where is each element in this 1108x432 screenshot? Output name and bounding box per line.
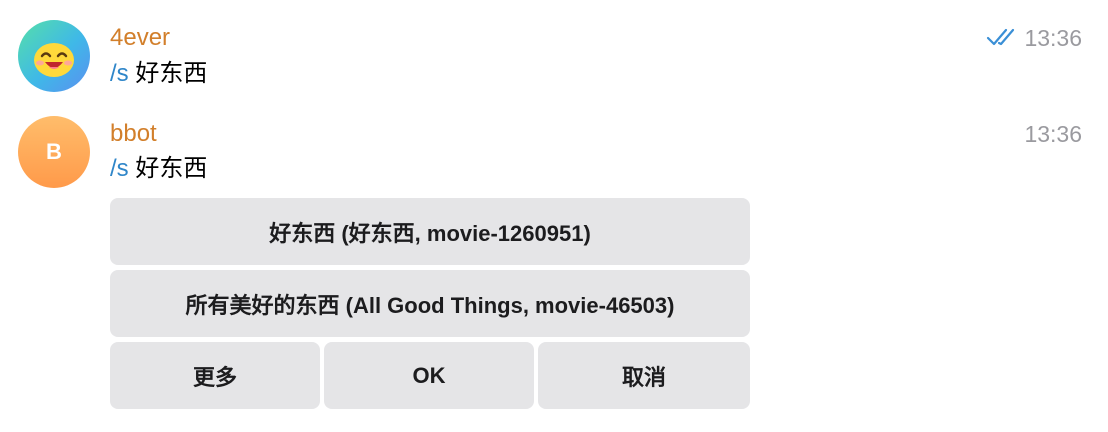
message-time: 13:36 <box>1024 25 1082 51</box>
ok-button[interactable]: OK <box>324 342 534 409</box>
message-body: 好东西 <box>135 155 208 182</box>
smiling-emoji-icon <box>34 43 74 77</box>
message-4ever: 4ever /s 好东西 13:36 <box>0 0 1108 110</box>
message-body: 好东西 <box>135 60 208 87</box>
message-bbot: B bbot /s 好东西 13:36 <box>0 110 1108 200</box>
avatar-4ever[interactable] <box>18 20 90 92</box>
more-button[interactable]: 更多 <box>110 342 320 409</box>
avatar-initial: B <box>46 139 62 164</box>
command-link[interactable]: /s <box>110 60 129 87</box>
cancel-button[interactable]: 取消 <box>538 342 750 409</box>
message-time: 13:36 <box>1024 121 1082 147</box>
keyboard-button-movie-1260951[interactable]: 好东西 (好东西, movie-1260951) <box>110 198 750 265</box>
message-text: /s 好东西 <box>110 155 207 183</box>
command-link[interactable]: /s <box>110 155 129 182</box>
sender-name[interactable]: 4ever <box>110 24 170 52</box>
keyboard-button-movie-46503[interactable]: 所有美好的东西 (All Good Things, movie-46503) <box>110 270 750 337</box>
avatar-bbot[interactable]: B <box>18 116 90 188</box>
double-check-icon <box>986 28 1015 46</box>
message-text: /s 好东西 <box>110 60 207 88</box>
sender-name[interactable]: bbot <box>110 120 157 148</box>
